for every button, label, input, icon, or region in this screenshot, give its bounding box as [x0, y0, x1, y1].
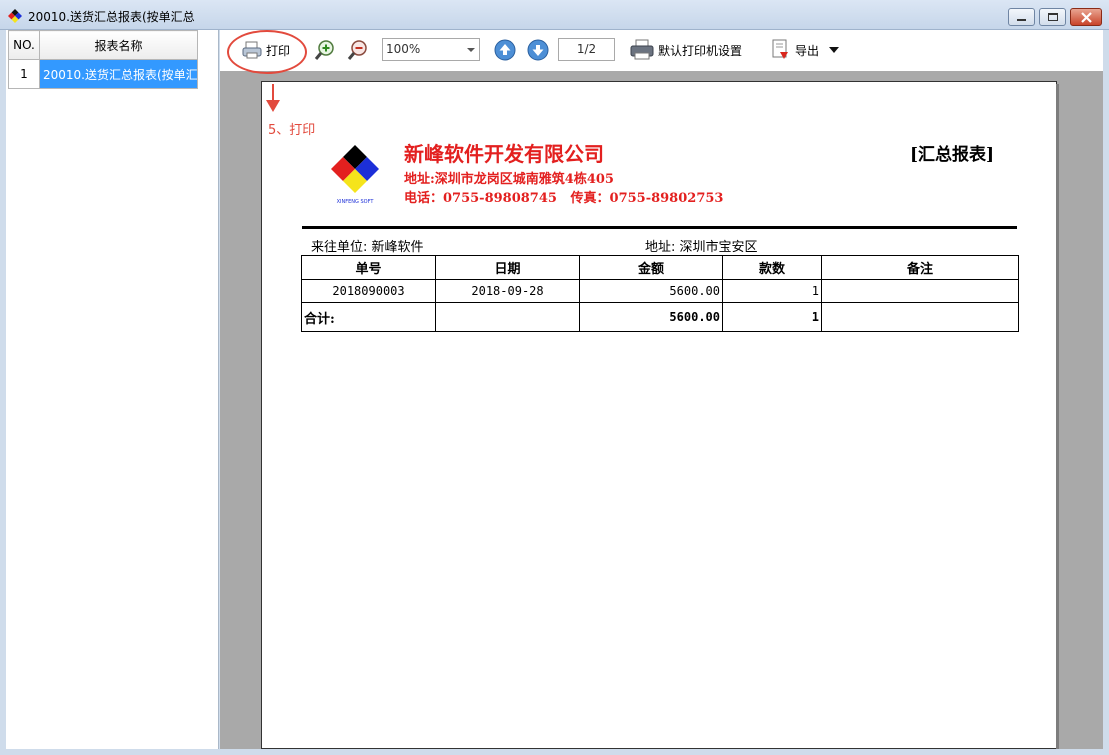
table-header-row: 单号 日期 金额 款数 备注 — [301, 255, 1019, 280]
printer-settings-button[interactable]: 默认打印机设置 — [630, 38, 742, 62]
title-bar: 20010.送货汇总报表(按单汇总 — [0, 0, 1109, 30]
status-bar — [0, 749, 1109, 755]
arrow-down-icon — [527, 39, 549, 61]
cell-date: 2018-09-28 — [435, 279, 580, 303]
chevron-down-icon — [467, 48, 475, 52]
logo-text: XINFENG SOFT — [337, 199, 375, 205]
chevron-down-icon[interactable] — [829, 47, 840, 53]
column-header-report-name[interactable]: 报表名称 — [39, 30, 198, 60]
annotation-text: 5、打印 — [268, 123, 316, 138]
column-header-date: 日期 — [435, 255, 580, 280]
maximize-icon — [1048, 13, 1058, 21]
cell-count: 1 — [722, 279, 822, 303]
column-header-no[interactable]: NO. — [8, 30, 40, 60]
zoom-out-button[interactable] — [347, 38, 369, 62]
zoom-select[interactable]: 100% — [382, 38, 480, 61]
company-contact: 电话：0755-89808745 传真：0755-89802753 — [404, 191, 724, 206]
total-count: 1 — [722, 302, 822, 332]
close-icon — [1081, 12, 1092, 23]
report-list-panel: NO. 报表名称 1 20010.送货汇总报表(按单汇总 — [6, 30, 219, 749]
app-icon — [8, 9, 22, 23]
table-row: 2018090003 2018-09-28 5600.00 1 — [301, 279, 1019, 303]
arrow-up-icon — [494, 39, 516, 61]
preview-area: 打印 100% 1/2 默认打印机设置 导出 — [220, 30, 1103, 749]
export-label: 导出 — [795, 43, 820, 58]
export-document-icon — [772, 39, 788, 59]
close-button[interactable] — [1070, 8, 1102, 26]
column-header-amount: 金额 — [579, 255, 723, 280]
next-page-button[interactable] — [527, 38, 549, 62]
total-date-cell — [435, 302, 580, 332]
export-button[interactable]: 导出 — [771, 38, 840, 62]
customer-address: 地址: 深圳市宝安区 — [645, 240, 758, 255]
column-header-note: 备注 — [821, 255, 1019, 280]
printer-settings-label: 默认打印机设置 — [658, 43, 743, 58]
total-amount: 5600.00 — [579, 302, 723, 332]
window-title: 20010.送货汇总报表(按单汇总 — [28, 10, 195, 24]
zoom-in-icon — [314, 40, 334, 60]
total-label: 合计: — [301, 302, 436, 332]
cell-amount: 5600.00 — [579, 279, 723, 303]
column-header-order-no: 单号 — [301, 255, 436, 280]
summary-table: 单号 日期 金额 款数 备注 2018090003 2018-09-28 560… — [301, 255, 1019, 332]
report-list-row[interactable]: 1 20010.送货汇总报表(按单汇总 — [8, 59, 198, 89]
annotation-arrow-head — [266, 100, 280, 112]
company-logo: XINFENG SOFT — [331, 145, 379, 205]
zoom-in-button[interactable] — [314, 38, 336, 62]
company-address: 地址:深圳市龙岗区城南雅筑4栋405 — [404, 172, 614, 187]
zoom-value: 100% — [386, 42, 421, 56]
maximize-button[interactable] — [1039, 8, 1066, 26]
column-header-count: 款数 — [722, 255, 822, 280]
zoom-out-icon — [347, 40, 367, 60]
report-row-no[interactable]: 1 — [8, 59, 40, 89]
customer-unit: 来往单位: 新峰软件 — [311, 240, 424, 255]
minimize-icon — [1017, 19, 1026, 21]
header-separator — [302, 226, 1017, 229]
table-total-row: 合计: 5600.00 1 — [301, 302, 1019, 332]
total-note-cell — [821, 302, 1019, 332]
page-shadow — [1056, 84, 1059, 749]
previous-page-button[interactable] — [494, 38, 516, 62]
print-annotation-circle — [227, 30, 307, 74]
cell-order-no: 2018090003 — [301, 279, 436, 303]
report-list-table: NO. 报表名称 1 20010.送货汇总报表(按单汇总 — [8, 30, 198, 89]
printer-settings-icon — [630, 39, 654, 60]
preview-toolbar: 打印 100% 1/2 默认打印机设置 导出 — [220, 30, 1103, 70]
report-row-name[interactable]: 20010.送货汇总报表(按单汇总 — [39, 59, 198, 89]
minimize-button[interactable] — [1008, 8, 1035, 26]
report-type-label: [汇总报表] — [910, 145, 995, 165]
page-indicator-input[interactable]: 1/2 — [558, 38, 615, 61]
cell-note — [821, 279, 1019, 303]
company-name: 新峰软件开发有限公司 — [404, 142, 604, 166]
